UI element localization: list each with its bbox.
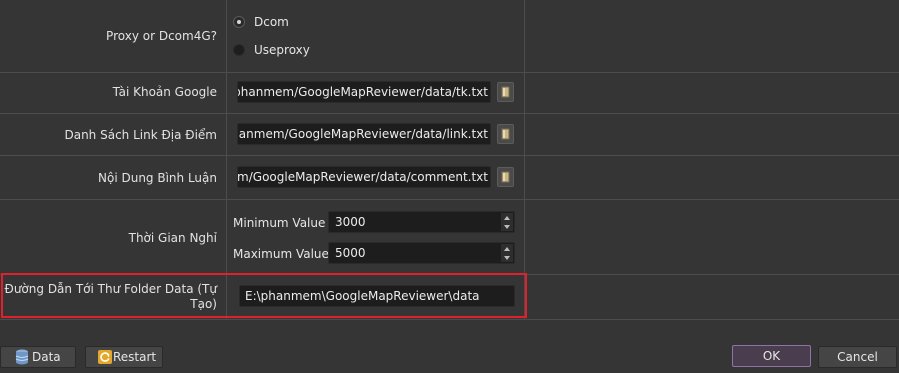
wait-time-row: Thời Gian Nghỉ Minimum Value 3000 Maximu…: [0, 200, 899, 275]
cancel-button[interactable]: Cancel: [818, 346, 897, 368]
wait-time-label: Thời Gian Nghỉ: [128, 231, 217, 245]
max-value-label: Maximum Value: [233, 247, 329, 261]
max-value-up-arrow-icon[interactable]: [501, 244, 513, 253]
cancel-button-label: Cancel: [837, 350, 878, 364]
google-account-input[interactable]: E:\phanmem/GoogleMapReviewer/data/tk.txt: [237, 81, 491, 103]
folder-icon: [501, 86, 510, 98]
settings-grid: Proxy or Dcom4G? Dcom Useproxy Tài Khoản…: [0, 0, 899, 340]
folder-icon: [501, 128, 510, 140]
folder-icon: [501, 171, 510, 183]
restart-button[interactable]: Restart: [85, 346, 163, 368]
comment-content-browse-button[interactable]: [497, 167, 514, 187]
restart-button-label: Restart: [113, 350, 157, 364]
max-value-spinbox[interactable]: 5000: [328, 242, 515, 264]
highlight-box: [1, 273, 527, 318]
proxy-row: Proxy or Dcom4G? Dcom Useproxy: [0, 0, 899, 73]
database-icon: [15, 349, 29, 365]
bottom-bar: Data Restart OK Cancel: [0, 340, 899, 373]
radio-dcom-label: Dcom: [254, 15, 289, 29]
min-value-spinbox[interactable]: 3000: [328, 211, 515, 233]
radio-useproxy-indicator[interactable]: [233, 44, 245, 56]
link-list-browse-button[interactable]: [497, 124, 514, 144]
ok-button-label: OK: [762, 349, 781, 363]
google-account-label: Tài Khoản Google: [112, 85, 217, 99]
comment-content-row: Nội Dung Bình Luận E:\phanmem/GoogleMapR…: [0, 156, 899, 200]
ok-button[interactable]: OK: [732, 345, 811, 367]
google-account-row: Tài Khoản Google E:\phanmem/GoogleMapRev…: [0, 73, 899, 114]
radio-useproxy[interactable]: Useproxy: [233, 42, 310, 58]
link-list-label: Danh Sách Link Địa Điểm: [64, 128, 217, 142]
data-button[interactable]: Data: [0, 346, 76, 368]
radio-useproxy-label: Useproxy: [254, 43, 310, 57]
min-value-down-arrow-icon[interactable]: [501, 222, 513, 231]
radio-dcom[interactable]: Dcom: [233, 14, 289, 30]
radio-dcom-indicator[interactable]: [233, 16, 245, 28]
min-value-label: Minimum Value: [233, 216, 326, 230]
proxy-label: Proxy or Dcom4G?: [106, 29, 217, 43]
max-value-down-arrow-icon[interactable]: [501, 253, 513, 262]
link-list-row: Danh Sách Link Địa Điểm E:\phanmem/Googl…: [0, 114, 899, 156]
comment-content-input[interactable]: E:\phanmem/GoogleMapReviewer/data/commen…: [237, 166, 491, 188]
min-value-up-arrow-icon[interactable]: [501, 213, 513, 222]
link-list-input[interactable]: E:\phanmem/GoogleMapReviewer/data/link.t…: [237, 123, 491, 145]
comment-content-label: Nội Dung Bình Luận: [98, 171, 217, 185]
data-button-label: Data: [32, 350, 61, 364]
refresh-icon: [98, 350, 112, 364]
google-account-browse-button[interactable]: [497, 82, 514, 102]
